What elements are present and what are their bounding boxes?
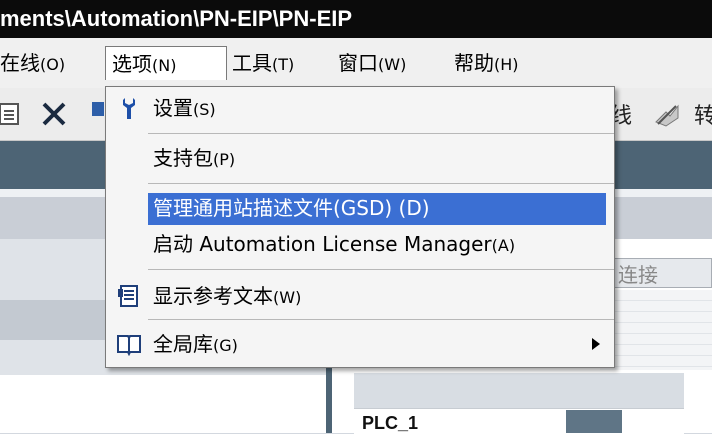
project-tree-row-selected[interactable] xyxy=(0,375,326,433)
menu-separator xyxy=(148,269,614,270)
menu-item-settings-accel: (S) xyxy=(193,100,216,119)
submenu-arrow-icon xyxy=(592,338,600,350)
connections-tab-label: 连接 xyxy=(618,263,658,287)
menu-tools-label: 工具 xyxy=(232,51,272,75)
plc-device-label: PLC_1 xyxy=(362,413,419,433)
menu-item-support-packages-accel: (P) xyxy=(213,150,236,169)
menu-help-accel: (H) xyxy=(494,55,519,74)
menu-separator xyxy=(148,133,614,134)
menu-separator xyxy=(148,319,614,320)
menu-item-settings[interactable]: 设置(S) xyxy=(106,91,614,125)
menu-item-support-packages-label: 支持包 xyxy=(153,146,213,170)
menu-item-manage-gsd-label: 管理通用站描述文件(GSD) (D) xyxy=(153,196,430,220)
menu-window-label: 窗口 xyxy=(338,51,378,75)
menu-tools[interactable]: 工具(T) xyxy=(226,46,300,80)
menu-item-support-packages[interactable]: 支持包(P) xyxy=(106,141,614,175)
go-online-icon[interactable] xyxy=(652,100,682,128)
menu-item-license-manager[interactable]: 启动 Automation License Manager(A) xyxy=(106,227,614,261)
menu-item-reference-text-label: 显示参考文本 xyxy=(153,284,273,308)
menu-separator xyxy=(148,183,614,184)
menu-online[interactable]: 在线(O) xyxy=(0,46,71,80)
paste-icon[interactable] xyxy=(0,100,22,128)
plc-device-image xyxy=(566,410,622,433)
settings-wrench-icon xyxy=(123,98,135,119)
menu-window-accel: (W) xyxy=(378,55,407,74)
menu-bar: 在线(O) 选项(N) 工具(T) 窗口(W) 帮助(H) xyxy=(0,38,712,88)
menu-tools-accel: (T) xyxy=(272,55,295,74)
menu-online-label: 在线 xyxy=(0,51,40,75)
menu-item-license-manager-accel: (A) xyxy=(491,236,516,255)
menu-item-reference-text-accel: (W) xyxy=(273,288,302,307)
menu-options[interactable]: 选项(N) xyxy=(105,46,227,80)
menu-item-settings-label: 设置 xyxy=(153,96,193,120)
menu-item-reference-text[interactable]: 显示参考文本(W) xyxy=(106,279,614,313)
menu-item-global-libraries-accel: (G) xyxy=(213,336,238,355)
delete-icon[interactable] xyxy=(40,100,68,128)
book-icon xyxy=(117,335,141,356)
window-title: ments\Automation\PN-EIP\PN-EIP xyxy=(0,0,712,38)
menu-help-label: 帮助 xyxy=(454,51,494,75)
menu-item-global-libraries[interactable]: 全局库(G) xyxy=(106,327,614,361)
menu-window[interactable]: 窗口(W) xyxy=(332,46,412,80)
menu-online-accel: (O) xyxy=(40,55,66,74)
network-grid xyxy=(600,290,712,370)
reference-text-icon xyxy=(118,285,138,307)
menu-item-global-libraries-label: 全局库 xyxy=(153,332,213,356)
menu-options-label: 选项 xyxy=(112,52,152,76)
menu-item-manage-gsd[interactable]: 管理通用站描述文件(GSD) (D) xyxy=(106,191,614,225)
menu-options-accel: (N) xyxy=(152,56,177,75)
toolbar-cut-text[interactable]: 转 xyxy=(694,98,712,130)
menu-help[interactable]: 帮助(H) xyxy=(448,46,525,80)
options-menu-dropdown: 设置(S) 支持包(P) 管理通用站描述文件(GSD) (D) 启动 Autom… xyxy=(105,86,615,368)
menu-item-license-manager-label: 启动 Automation License Manager xyxy=(153,232,492,256)
toolbar-partial-icon[interactable] xyxy=(92,102,104,116)
